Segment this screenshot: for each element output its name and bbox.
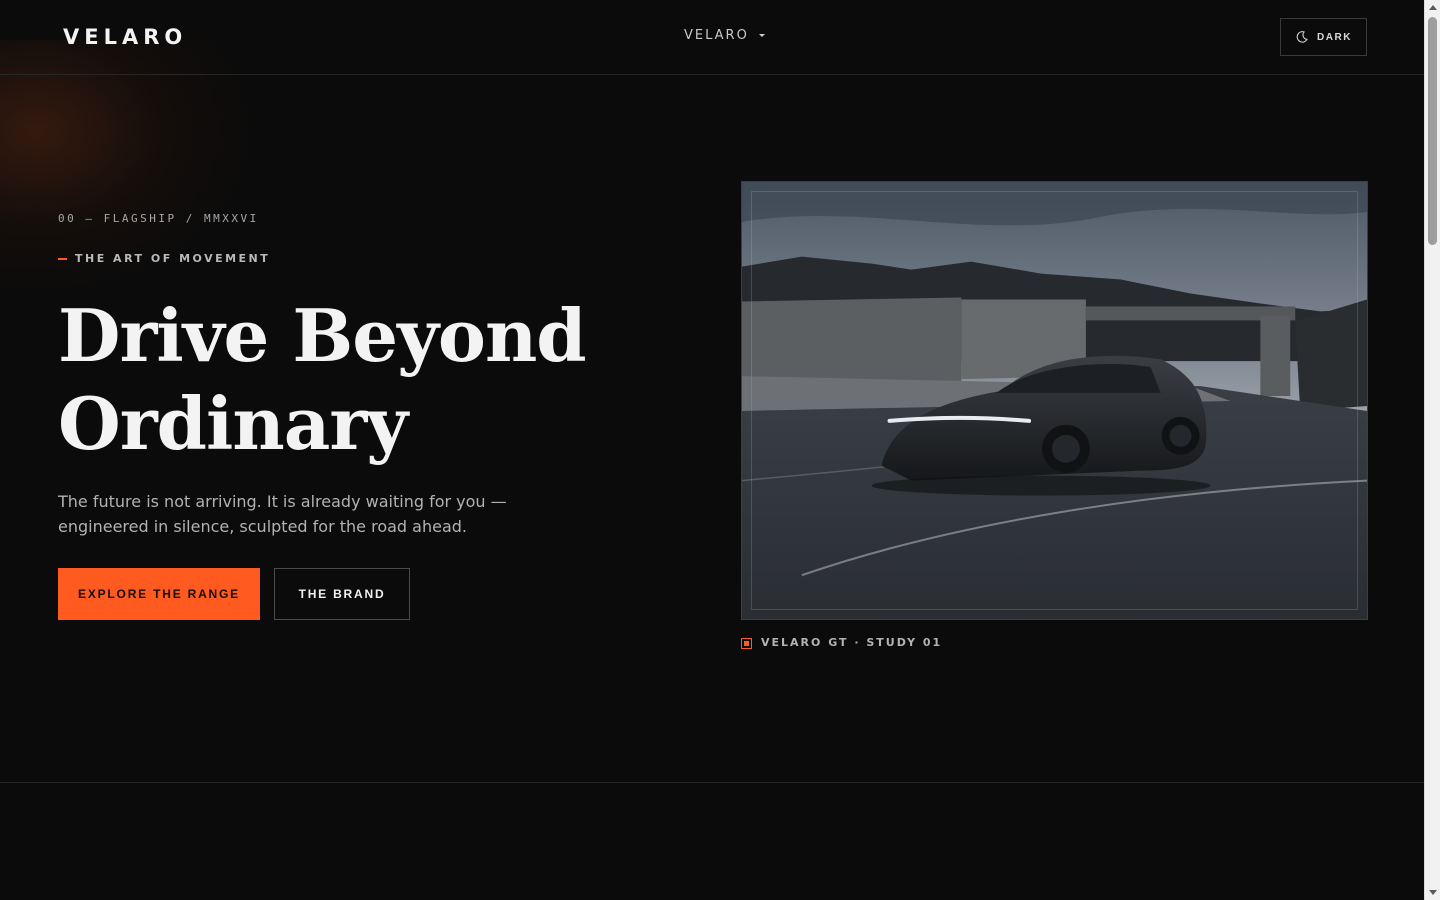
page-scrollbar[interactable]: [1424, 0, 1440, 900]
brand-nav-label: VELARO: [684, 28, 749, 43]
theme-toggle-label: DARK: [1317, 31, 1352, 43]
media-caption-text: VELARO GT · STUDY 01: [761, 636, 943, 649]
brand-logo[interactable]: VELARO: [63, 24, 187, 50]
hero-lede: The future is not arriving. It is alread…: [58, 492, 507, 536]
explore-range-button[interactable]: EXPLORE THE RANGE: [58, 568, 260, 620]
hero-car-image: [741, 181, 1368, 620]
hero-tagline: THE ART OF MOVEMENT: [58, 252, 270, 266]
hero-headline: Drive Beyond Ordinary: [58, 292, 698, 468]
site-header: VELARO VELARO DARK: [0, 0, 1424, 75]
section-divider: [0, 782, 1424, 783]
hero-eyebrow: 00 — FLAGSHIP / MMXXVI: [58, 212, 259, 225]
car-photo-illustration: [742, 182, 1367, 619]
scroll-down-arrow-icon[interactable]: [1429, 890, 1437, 895]
hero-headline-line-1: Drive Beyond: [58, 293, 587, 378]
square-dot-icon: [741, 637, 752, 649]
chevron-down-icon: [758, 33, 765, 37]
brand-button-label: THE BRAND: [298, 587, 386, 601]
hero-tagline-text: THE ART OF MOVEMENT: [75, 252, 271, 265]
hero-headline-line-2: Ordinary: [58, 381, 408, 466]
scroll-up-arrow-icon[interactable]: [1429, 5, 1437, 10]
theme-toggle-button[interactable]: DARK: [1280, 18, 1367, 56]
moon-icon: [1296, 31, 1308, 43]
media-caption: VELARO GT · STUDY 01: [741, 636, 942, 650]
page-viewport: VELARO VELARO DARK 00 — FLAGSHIP / MMXXV…: [0, 0, 1424, 900]
scrollbar-thumb[interactable]: [1428, 17, 1437, 245]
explore-range-label: EXPLORE THE RANGE: [78, 587, 240, 601]
brand-button[interactable]: THE BRAND: [274, 568, 410, 620]
accent-dash: [58, 258, 67, 260]
brand-nav-dropdown[interactable]: VELARO: [684, 27, 765, 45]
